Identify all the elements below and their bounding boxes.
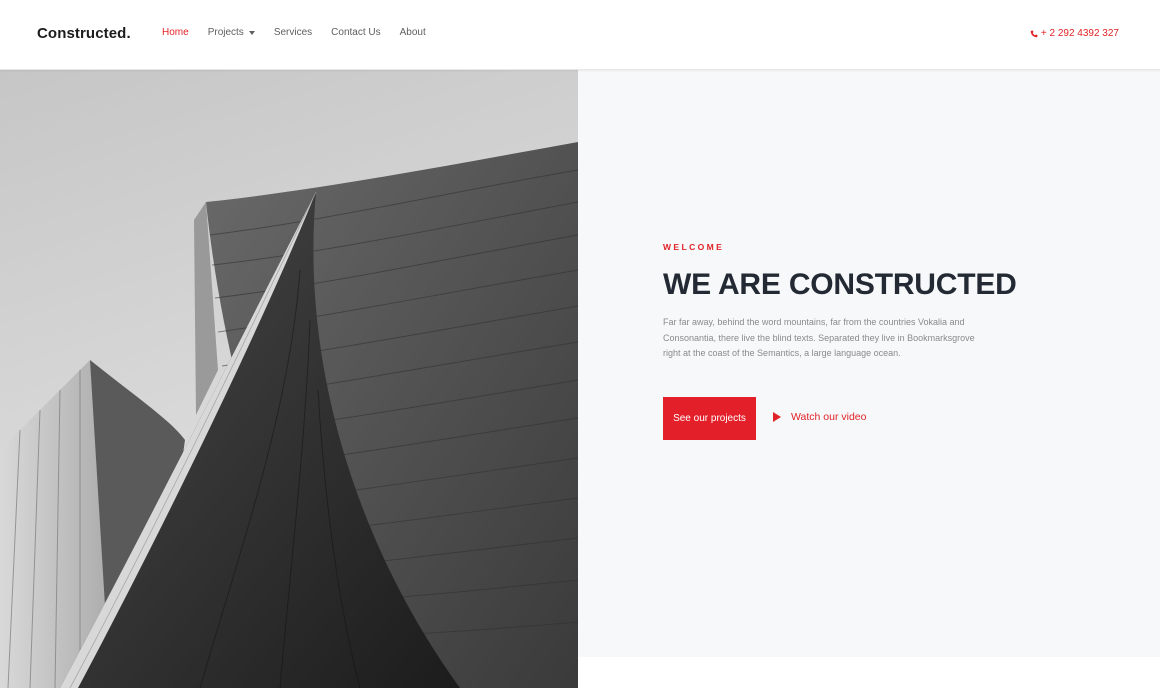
watch-video-link[interactable]: Watch our video [773, 411, 866, 423]
navbar: Constructed. Home Projects Services Cont… [0, 0, 1160, 70]
main-nav: Home Projects Services Contact Us About [162, 27, 445, 38]
hero-description: Far far away, behind the word mountains,… [663, 317, 975, 358]
see-projects-button[interactable]: See our projects [663, 397, 756, 440]
nav-item-services[interactable]: Services [274, 27, 312, 38]
brand-dot: . [126, 25, 131, 42]
nav-item-contact-us[interactable]: Contact Us [331, 27, 380, 38]
phone-link[interactable]: + 2 292 4392 327 [1030, 28, 1119, 39]
watch-video-label: Watch our video [791, 411, 867, 423]
hero-eyebrow: WELCOME [663, 242, 725, 252]
nav-item-label: Contact Us [331, 27, 381, 38]
section-below [578, 657, 1160, 688]
brand-name: Constructed [37, 25, 127, 42]
hero-panel [578, 70, 1160, 657]
nav-item-home[interactable]: Home [162, 27, 189, 38]
brand-logo[interactable]: Constructed. [37, 25, 131, 42]
nav-item-about[interactable]: About [400, 27, 426, 38]
nav-item-label: Home [162, 27, 189, 38]
play-icon [773, 412, 781, 422]
nav-item-label: About [399, 27, 426, 38]
chevron-down-icon [248, 30, 255, 35]
nav-item-projects[interactable]: Projects [208, 27, 255, 38]
architecture-photo [0, 70, 578, 688]
nav-item-label: Services [273, 27, 313, 38]
phone-number: + 2 292 4392 327 [1040, 28, 1119, 39]
phone-icon [1030, 30, 1038, 37]
hero-title: WE ARE CONSTRUCTED [663, 268, 1017, 301]
nav-item-label: Projects [207, 27, 244, 38]
hero-image [0, 70, 578, 688]
